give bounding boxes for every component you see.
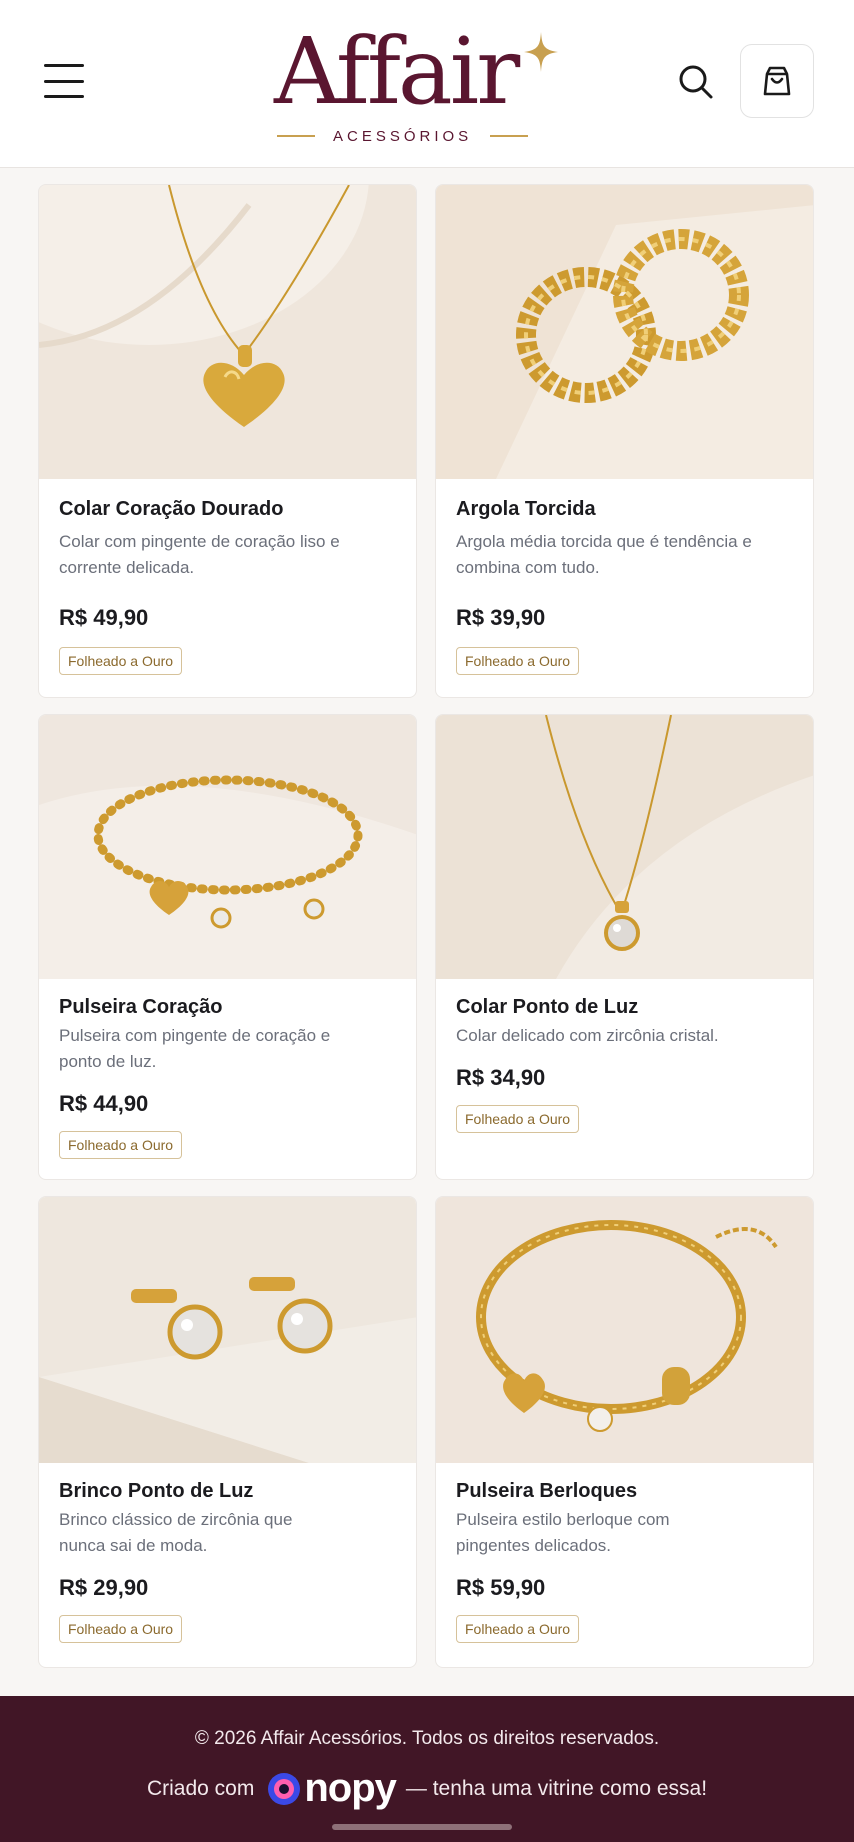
product-description: Pulseira estilo berloque com pingentes d… bbox=[456, 1510, 670, 1555]
product-card[interactable]: Pulseira Coração Pulseira com pingente d… bbox=[38, 714, 417, 1180]
product-title: Pulseira Coração bbox=[59, 996, 223, 1018]
product-title: Colar Ponto de Luz bbox=[456, 996, 639, 1018]
header: Affair ACESSÓRIOS bbox=[0, 0, 854, 168]
credit-suffix: — tenha uma vitrine como essa! bbox=[405, 1776, 708, 1800]
product-price: R$ 49,90 bbox=[59, 605, 149, 630]
search-button[interactable] bbox=[676, 62, 716, 102]
product-image[interactable] bbox=[39, 185, 416, 479]
product-price: R$ 34,90 bbox=[456, 1065, 546, 1090]
product-grid: Colar Coração Dourado Colar com pingente… bbox=[38, 184, 814, 1668]
nopy-eye-icon bbox=[268, 1772, 301, 1805]
nopy-logo[interactable]: nopy bbox=[264, 1766, 397, 1811]
material-badge: Folheado a Ouro bbox=[456, 647, 580, 675]
home-indicator[interactable] bbox=[332, 1824, 512, 1830]
product-description: Colar com pingente de coração liso e cor… bbox=[59, 532, 340, 577]
product-card[interactable]: Argola Torcida Argola média torcida que … bbox=[435, 184, 814, 698]
sparkle-icon bbox=[524, 32, 558, 72]
copyright-text: © 2026 Affair Acessórios. Todos os direi… bbox=[194, 1728, 660, 1749]
menu-button[interactable] bbox=[44, 64, 84, 98]
hamburger-icon bbox=[44, 64, 84, 67]
product-description: Colar delicado com zircônia cristal. bbox=[456, 1026, 719, 1045]
product-description: Pulseira com pingente de coração e ponto… bbox=[59, 1026, 331, 1071]
product-title: Colar Coração Dourado bbox=[59, 498, 284, 520]
logo-wordmark: Affair bbox=[274, 18, 520, 125]
product-price: R$ 39,90 bbox=[456, 605, 546, 630]
product-description: Argola média torcida que é tendência e c… bbox=[456, 532, 752, 577]
cart-button[interactable] bbox=[740, 44, 814, 118]
product-price: R$ 44,90 bbox=[59, 1091, 149, 1116]
material-badge: Folheado a Ouro bbox=[456, 1105, 580, 1133]
product-image[interactable] bbox=[39, 1197, 416, 1463]
brand-logo[interactable]: Affair ACESSÓRIOS bbox=[262, 18, 592, 168]
material-badge: Folheado a Ouro bbox=[59, 647, 183, 675]
credit-line: Criado com nopy — tenha uma vitrine como… bbox=[0, 1766, 854, 1811]
product-card[interactable]: Brinco Ponto de Luz Brinco clássico de z… bbox=[38, 1196, 417, 1668]
material-badge: Folheado a Ouro bbox=[59, 1615, 183, 1643]
product-card[interactable]: Pulseira Berloques Pulseira estilo berlo… bbox=[435, 1196, 814, 1668]
product-title: Pulseira Berloques bbox=[456, 1480, 638, 1502]
product-image[interactable] bbox=[39, 715, 416, 979]
material-badge: Folheado a Ouro bbox=[456, 1615, 580, 1643]
product-card[interactable]: Colar Coração Dourado Colar com pingente… bbox=[38, 184, 417, 698]
product-title: Argola Torcida bbox=[456, 498, 596, 520]
product-image[interactable] bbox=[436, 185, 813, 479]
product-image[interactable] bbox=[436, 1197, 813, 1463]
search-icon bbox=[679, 65, 713, 99]
product-price: R$ 29,90 bbox=[59, 1575, 149, 1600]
product-price: R$ 59,90 bbox=[456, 1575, 546, 1600]
logo-subtitle: ACESSÓRIOS bbox=[277, 124, 557, 148]
credit-prefix: Criado com bbox=[146, 1776, 255, 1800]
product-image[interactable] bbox=[436, 715, 813, 979]
footer: © 2026 Affair Acessórios. Todos os direi… bbox=[0, 1696, 854, 1842]
shopping-bag-icon bbox=[763, 66, 791, 96]
product-card[interactable]: Colar Ponto de Luz Colar delicado com zi… bbox=[435, 714, 814, 1180]
product-title: Brinco Ponto de Luz bbox=[59, 1480, 254, 1502]
product-description: Brinco clássico de zircônia que nunca sa… bbox=[59, 1510, 293, 1555]
material-badge: Folheado a Ouro bbox=[59, 1131, 183, 1159]
